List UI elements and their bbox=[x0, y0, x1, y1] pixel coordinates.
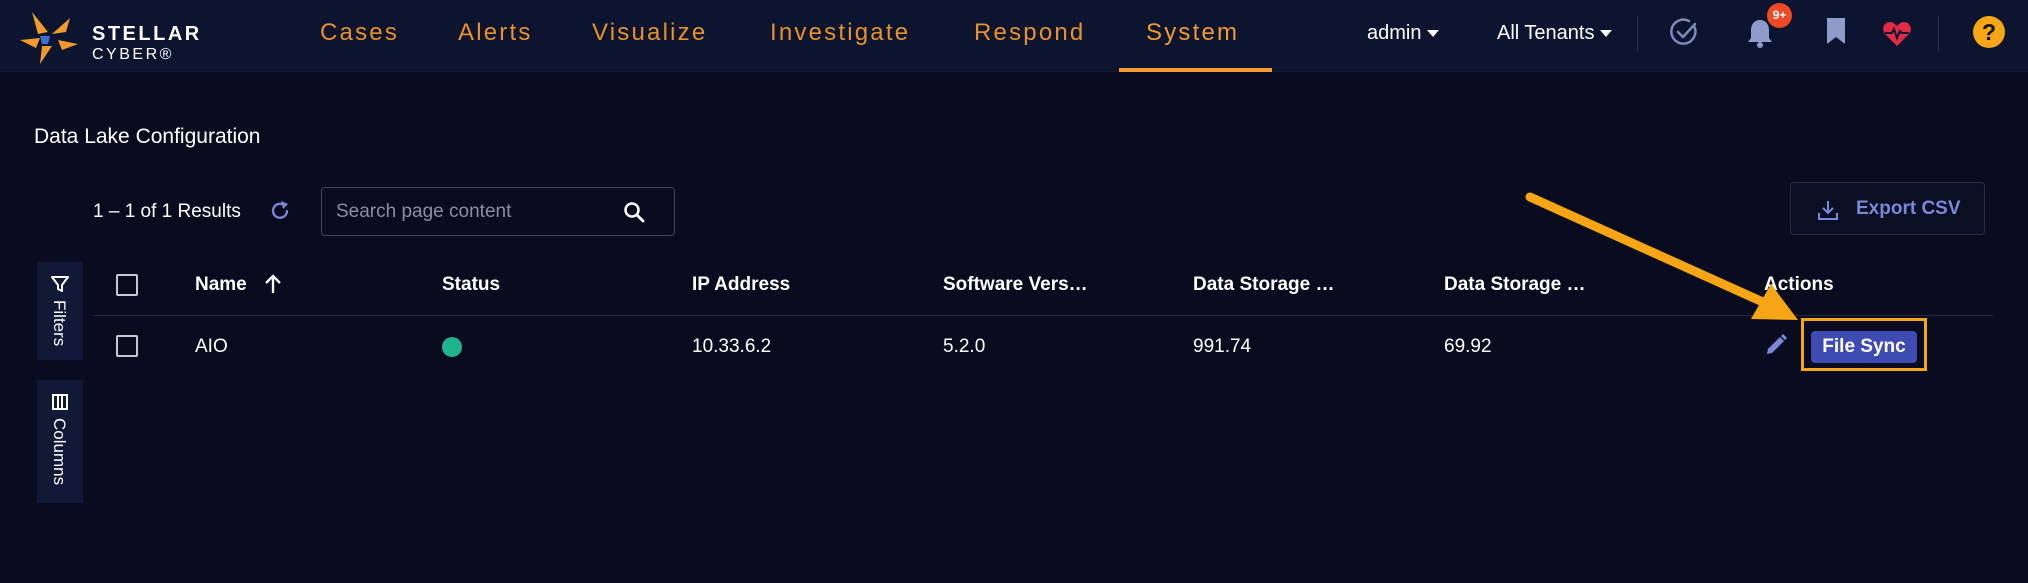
page-title: Data Lake Configuration bbox=[34, 125, 261, 148]
select-all-checkbox[interactable] bbox=[116, 274, 138, 296]
nav-visualize[interactable]: Visualize bbox=[592, 0, 707, 72]
search-icon[interactable] bbox=[622, 200, 646, 224]
nav-cases[interactable]: Cases bbox=[320, 0, 399, 72]
active-nav-indicator bbox=[1119, 68, 1272, 72]
column-header-status[interactable]: Status bbox=[442, 274, 500, 296]
filters-tab[interactable]: Filters bbox=[37, 262, 83, 360]
status-indicator bbox=[442, 337, 462, 357]
tenant-name: All Tenants bbox=[1497, 22, 1595, 44]
cell-software-version: 5.2.0 bbox=[943, 336, 986, 357]
chevron-down-icon bbox=[1427, 30, 1440, 38]
cell-data-storage-1: 991.74 bbox=[1193, 336, 1252, 357]
column-header-data-storage-1[interactable]: Data Storage … bbox=[1193, 274, 1334, 296]
column-header-ip-address[interactable]: IP Address bbox=[692, 274, 790, 296]
column-header-software-version[interactable]: Software Vers… bbox=[943, 274, 1088, 296]
search-field bbox=[321, 187, 675, 236]
user-name: admin bbox=[1367, 22, 1422, 44]
tenant-selector[interactable]: All Tenants bbox=[1497, 0, 1613, 66]
columns-icon bbox=[52, 394, 68, 410]
cell-data-storage-2: 69.92 bbox=[1444, 336, 1492, 357]
divider bbox=[1938, 16, 1939, 52]
stellar-cyber-logo[interactable]: STELLAR CYBER® bbox=[18, 10, 208, 64]
row-checkbox[interactable] bbox=[116, 335, 138, 357]
chevron-down-icon bbox=[1600, 30, 1613, 38]
nav-system[interactable]: System bbox=[1146, 0, 1239, 72]
top-navigation-bar: STELLAR CYBER® Cases Alerts Visualize In… bbox=[0, 0, 2028, 72]
download-icon bbox=[1818, 201, 1838, 220]
results-count: 1 – 1 of 1 Results bbox=[93, 201, 241, 222]
brand-name-line1: STELLAR bbox=[92, 23, 202, 45]
nav-alerts[interactable]: Alerts bbox=[458, 0, 533, 72]
search-input[interactable] bbox=[336, 188, 616, 235]
nav-respond[interactable]: Respond bbox=[974, 0, 1085, 72]
help-icon[interactable]: ? bbox=[1973, 16, 2005, 48]
columns-tab[interactable]: Columns bbox=[37, 380, 83, 503]
brand-name-line2: CYBER® bbox=[92, 46, 174, 63]
export-csv-label: Export CSV bbox=[1856, 198, 1961, 219]
cell-name: AIO bbox=[195, 336, 228, 357]
heart-pulse-icon[interactable] bbox=[1882, 20, 1912, 47]
cell-ip-address: 10.33.6.2 bbox=[692, 336, 772, 357]
divider bbox=[1637, 16, 1638, 52]
columns-label: Columns bbox=[50, 418, 69, 486]
refresh-icon[interactable] bbox=[268, 199, 292, 223]
annotation-highlight-box bbox=[1801, 318, 1927, 371]
check-circle-icon[interactable] bbox=[1669, 17, 1699, 47]
notification-badge: 9+ bbox=[1767, 3, 1792, 28]
sort-ascending-icon[interactable] bbox=[262, 272, 284, 296]
bookmark-icon[interactable] bbox=[1825, 16, 1847, 46]
column-header-name[interactable]: Name bbox=[195, 274, 247, 296]
user-menu[interactable]: admin bbox=[1367, 0, 1440, 66]
stellar-star-logo-icon bbox=[20, 12, 78, 64]
edit-pencil-icon[interactable] bbox=[1764, 333, 1788, 357]
annotation-arrow-icon bbox=[1525, 192, 1798, 320]
filters-label: Filters bbox=[50, 300, 69, 347]
filter-icon bbox=[51, 276, 69, 292]
nav-investigate[interactable]: Investigate bbox=[770, 0, 910, 72]
export-csv-button[interactable]: Export CSV bbox=[1790, 182, 1985, 235]
